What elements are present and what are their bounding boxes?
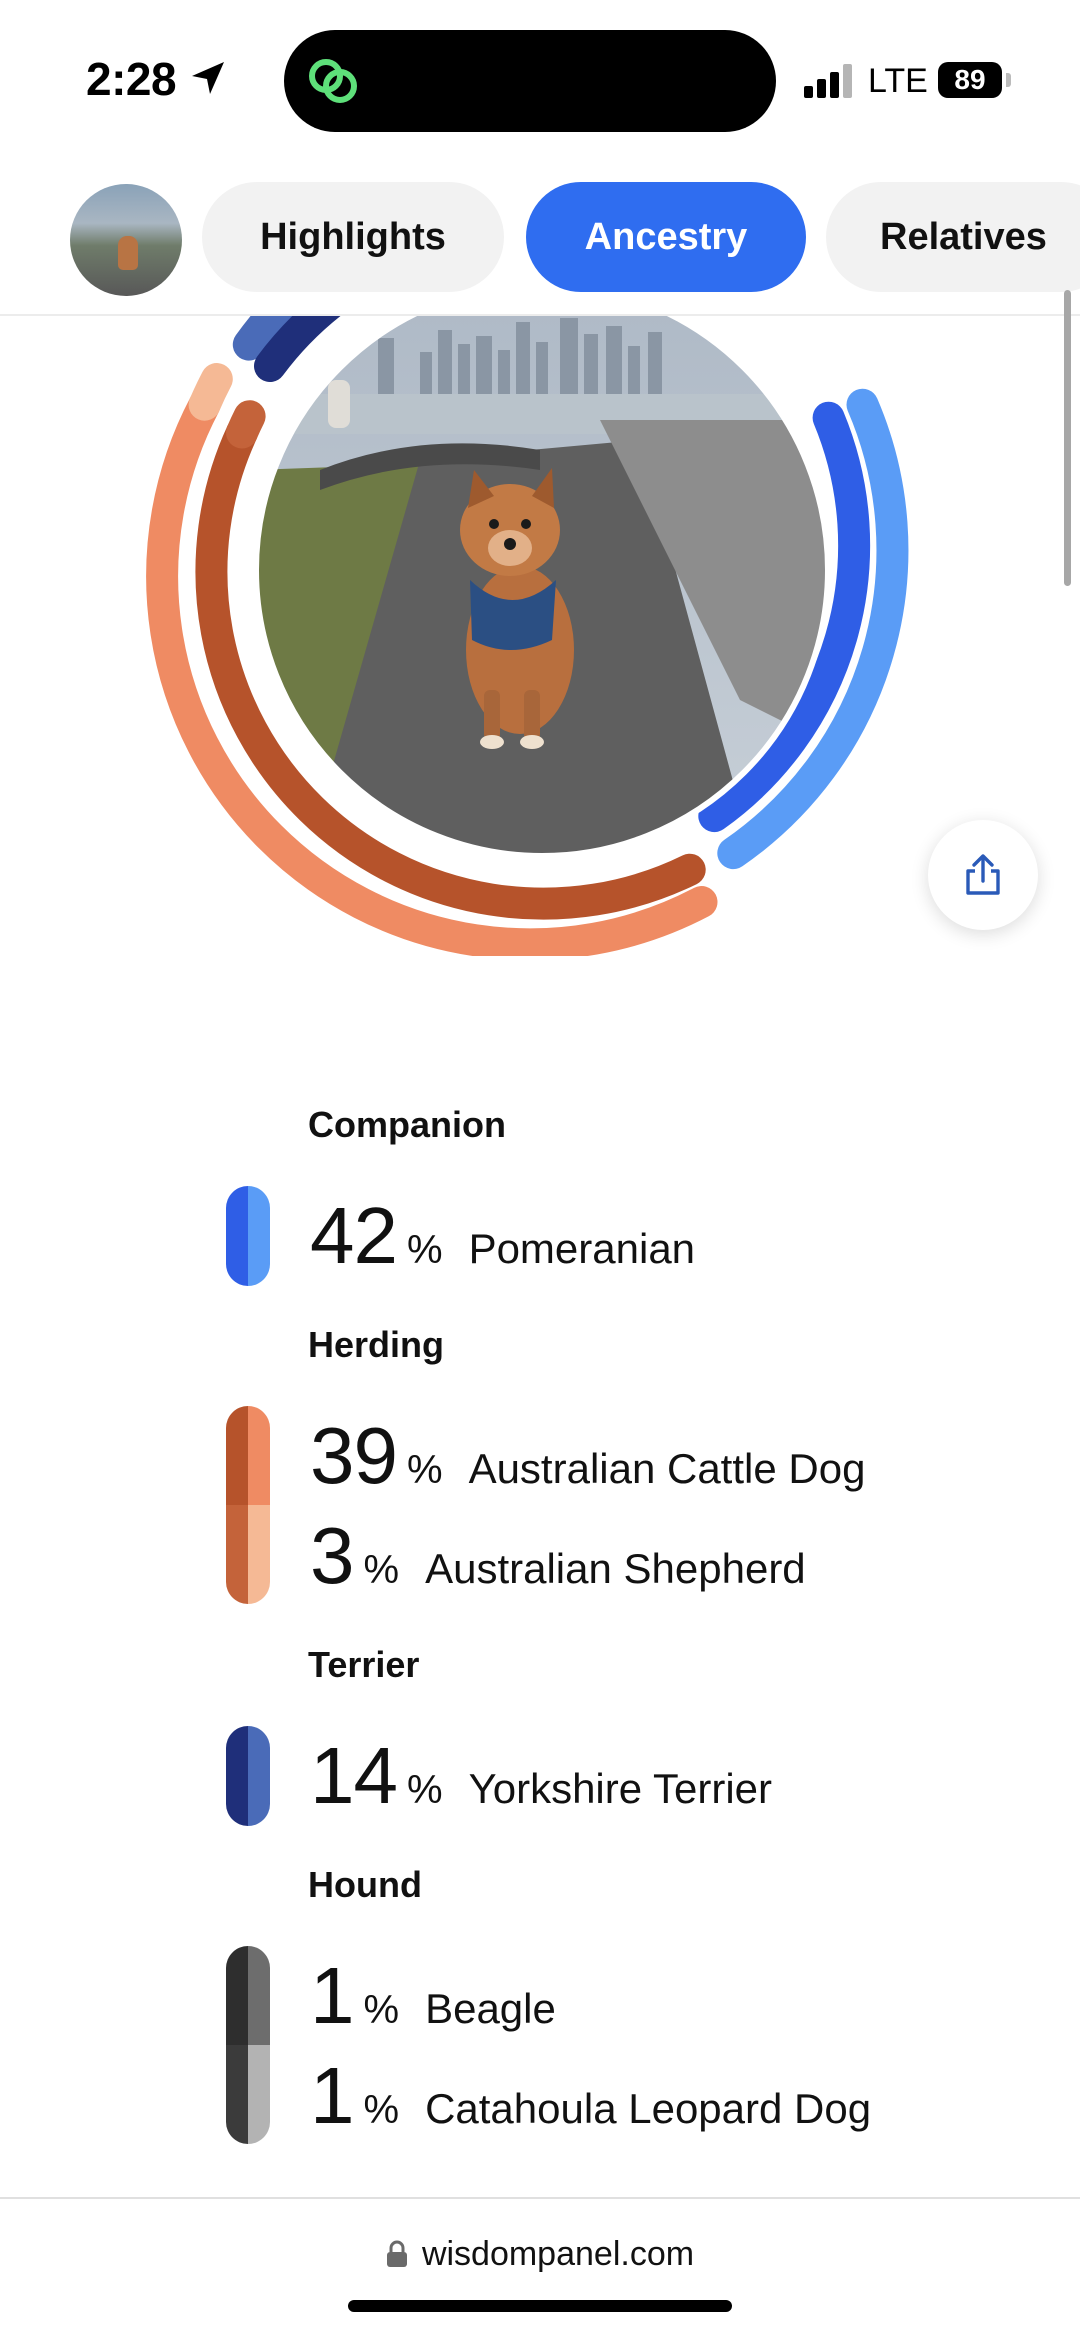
bar-segment-beagle xyxy=(226,1946,270,2045)
bar-segment-yorkshire xyxy=(226,1726,270,1826)
tab-highlights[interactable]: Highlights xyxy=(202,182,504,292)
breed-percent: 39 xyxy=(310,1411,398,1500)
group-bar-herding xyxy=(226,1406,270,1604)
footer-divider xyxy=(0,2197,1080,2199)
tab-bar: Highlights Ancestry Relatives xyxy=(0,180,1080,298)
group-title-hound: Hound xyxy=(308,1864,422,1905)
ancestry-ring-area xyxy=(0,316,1080,956)
breed-name: Catahoula Leopard Dog xyxy=(425,2085,872,2132)
percent-sign: % xyxy=(406,1768,443,1812)
bar-segment-pomeranian xyxy=(226,1186,270,1286)
url-bar[interactable]: wisdompanel.com xyxy=(0,2226,1080,2282)
breed-name: Australian Cattle Dog xyxy=(468,1445,866,1492)
ring-shepherd-outer xyxy=(188,363,233,421)
bar-segment-shepherd xyxy=(226,1505,270,1604)
group-title-terrier: Terrier xyxy=(308,1644,420,1685)
breed-row-shepherd[interactable]: 3 % Australian Shepherd xyxy=(310,1510,806,1602)
ancestry-ring xyxy=(146,316,909,956)
group-bar-terrier xyxy=(226,1726,270,1826)
ring-shepherd-inner xyxy=(226,400,266,449)
lock-icon xyxy=(386,2240,407,2267)
breed-row-cattle-dog[interactable]: 39 % Australian Cattle Dog xyxy=(310,1410,865,1502)
dynamic-island xyxy=(284,30,776,132)
breed-name: Pomeranian xyxy=(468,1225,696,1272)
battery-icon: 89 xyxy=(938,62,1002,98)
breed-row-catahoula[interactable]: 1 % Catahoula Leopard Dog xyxy=(310,2050,871,2142)
bar-segment-catahoula xyxy=(226,2045,270,2144)
share-icon xyxy=(966,854,1000,895)
breed-row-beagle[interactable]: 1 % Beagle xyxy=(310,1950,556,2042)
home-indicator[interactable] xyxy=(348,2300,732,2312)
dog-photo xyxy=(256,316,828,856)
group-bar-companion xyxy=(226,1186,270,1286)
battery-cap xyxy=(1006,73,1011,87)
percent-sign: % xyxy=(406,1228,443,1272)
share-button[interactable] xyxy=(928,820,1038,930)
dog-avatar[interactable] xyxy=(70,184,182,296)
breed-row-yorkshire[interactable]: 14 % Yorkshire Terrier xyxy=(310,1730,772,1822)
group-title-companion: Companion xyxy=(308,1104,506,1145)
percent-sign: % xyxy=(363,1988,400,2032)
avatar-dog-shape xyxy=(118,236,138,270)
breed-name: Australian Shepherd xyxy=(425,1545,806,1592)
bar-segment-cattle-dog xyxy=(226,1406,270,1505)
group-bar-hound xyxy=(226,1946,270,2144)
network-type: LTE xyxy=(868,62,928,100)
group-title-herding: Herding xyxy=(308,1324,445,1365)
breed-percent: 3 xyxy=(310,1511,354,1600)
breed-percent: 1 xyxy=(310,2051,354,2140)
breed-percent: 42 xyxy=(310,1191,398,1280)
cellular-signal-icon xyxy=(804,62,856,98)
breed-percent: 1 xyxy=(310,1951,354,2040)
percent-sign: % xyxy=(406,1448,443,1492)
location-arrow-icon xyxy=(192,62,224,94)
status-time: 2:28 xyxy=(86,53,177,105)
breed-name: Beagle xyxy=(425,1985,556,2032)
breed-percent: 14 xyxy=(310,1731,398,1820)
tab-ancestry[interactable]: Ancestry xyxy=(526,182,806,292)
breed-row-pomeranian[interactable]: 42 % Pomeranian xyxy=(310,1190,695,1282)
percent-sign: % xyxy=(363,2088,400,2132)
tab-relatives[interactable]: Relatives xyxy=(826,182,1080,292)
status-bar: 2:28 LTE 89 xyxy=(0,0,1080,160)
wisdom-app-icon xyxy=(309,59,357,103)
percent-sign: % xyxy=(363,1548,400,1592)
url-text: wisdompanel.com xyxy=(421,2234,695,2273)
breed-name: Yorkshire Terrier xyxy=(468,1765,773,1812)
